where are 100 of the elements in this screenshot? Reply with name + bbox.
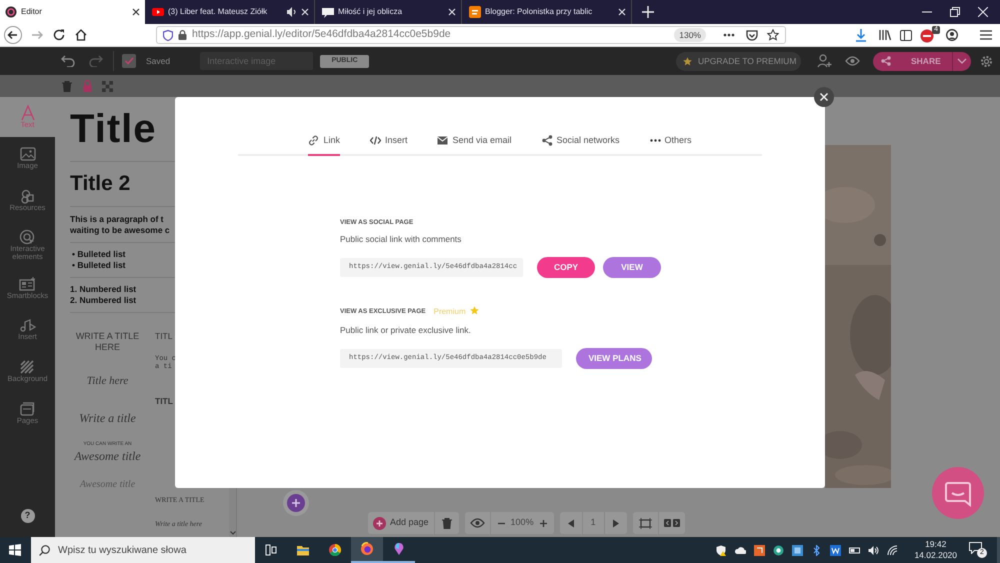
numbered-list-sample[interactable]: 2. Numbered list — [70, 294, 136, 306]
preview-eye-icon[interactable] — [845, 56, 860, 66]
template-thumbnail-text[interactable]: WRITE A TITLE HERE — [76, 330, 140, 352]
clock-date[interactable]: 14.02.2020 — [914, 550, 957, 561]
app-tile-icon[interactable] — [773, 544, 784, 556]
cloud-icon[interactable] — [735, 544, 746, 556]
address-bar[interactable]: https://app.genial.ly/editor/5e46dfdba4a2814cc0e5b9de 130% — [156, 26, 786, 44]
bluetooth-icon[interactable] — [811, 544, 822, 556]
link-action-button[interactable]: VIEW — [603, 257, 661, 278]
preview-eye-icon[interactable] — [470, 518, 485, 528]
dialog-tab[interactable]: Insert — [370, 134, 408, 156]
extension-icon[interactable] — [920, 29, 934, 43]
template-thumbnail-text[interactable]: Write a title — [79, 409, 136, 427]
zoom-in-icon[interactable] — [538, 518, 548, 528]
shapes-icon — [19, 188, 36, 204]
download-icon[interactable] — [855, 28, 867, 42]
more-icon[interactable] — [723, 33, 735, 37]
add-user-icon[interactable] — [817, 54, 832, 68]
volume-icon[interactable] — [868, 544, 880, 556]
wifi-icon[interactable] — [887, 544, 898, 556]
search-field[interactable]: Wpisz tu wyszukiwane słowa — [31, 537, 255, 563]
blog-logo-icon — [469, 6, 481, 18]
image-icon — [19, 146, 36, 162]
dialog-tab[interactable]: Link — [308, 134, 340, 156]
heading-sample[interactable]: Title — [70, 107, 157, 151]
fox-browser-icon — [360, 542, 374, 556]
paint-drop-icon — [392, 542, 406, 556]
tab-title: Blogger: Polonistka przy tablic — [485, 6, 592, 18]
text-icon — [19, 105, 36, 121]
plus-circle-icon — [373, 516, 386, 530]
numbered-list-sample[interactable]: 1. Numbered list — [70, 284, 136, 294]
cursor-target-icon — [19, 228, 36, 244]
link-action-button[interactable]: VIEW PLANS — [576, 348, 652, 369]
heading-sample[interactable]: Title 2 — [70, 168, 130, 200]
zoom-level-badge[interactable]: 130% — [674, 28, 706, 42]
link-icon — [308, 135, 320, 146]
app-tile-icon[interactable] — [792, 544, 804, 556]
home-icon[interactable] — [74, 28, 88, 42]
help-button[interactable]: ? — [20, 509, 34, 523]
clock-time[interactable]: 19:42 — [925, 539, 946, 550]
upgrade-button[interactable]: UPGRADE TO PREMIUM — [676, 52, 801, 70]
arrows-icon[interactable] — [664, 519, 680, 527]
previous-icon[interactable] — [566, 518, 575, 528]
tab-title: Editor — [21, 6, 42, 18]
new-tab-icon[interactable] — [642, 6, 654, 18]
paragraph-sample[interactable]: This is a paragraph of t waiting to be awesome c — [70, 214, 170, 236]
browser-tab[interactable]: Editor — [0, 0, 145, 24]
sidebar-icon[interactable] — [900, 30, 912, 40]
blocks-icon — [19, 276, 36, 292]
app-tile-icon[interactable] — [830, 544, 842, 556]
star-icon — [683, 56, 692, 66]
stripes-icon — [19, 359, 36, 375]
link-action-button[interactable]: COPY — [537, 257, 595, 278]
folder-icon — [296, 543, 310, 557]
app-tile-icon[interactable] — [754, 544, 766, 556]
library-icon[interactable] — [879, 29, 892, 41]
bulleted-list-sample[interactable]: • Bulleted list — [70, 260, 126, 270]
search-placeholder: Wpisz tu wyszukiwane słowa — [58, 544, 186, 558]
trash-icon[interactable] — [442, 518, 452, 528]
shield-icon[interactable] — [716, 544, 728, 556]
next-icon[interactable] — [612, 518, 620, 528]
back-icon[interactable] — [4, 26, 22, 44]
dialog-tab[interactable]: Send via email — [437, 134, 512, 156]
share-icon — [881, 56, 891, 66]
template-thumbnail-text[interactable]: Awesome title — [74, 449, 141, 463]
settings-icon[interactable] — [980, 54, 993, 68]
envelope-icon — [437, 135, 448, 146]
menu-icon[interactable] — [980, 30, 992, 40]
windows-start-icon[interactable] — [9, 544, 21, 556]
star-icon[interactable] — [767, 29, 779, 41]
comment-icon — [322, 6, 334, 18]
section-description: Public social link with comments — [340, 233, 462, 246]
page-number: 1 — [590, 516, 596, 530]
scroll-down-icon[interactable] — [230, 531, 236, 535]
template-thumbnail-text[interactable]: Title here — [86, 372, 128, 389]
add-icon[interactable] — [287, 494, 305, 512]
dialog-tab[interactable]: Social networks — [542, 134, 620, 156]
close-icon[interactable] — [132, 8, 140, 16]
chat-bubble-icon[interactable] — [932, 467, 984, 519]
browser-icon — [328, 543, 342, 557]
shield-icon — [163, 30, 173, 40]
frame-icon[interactable] — [638, 518, 652, 528]
save-status: Saved — [146, 54, 170, 68]
notification-icon[interactable] — [969, 542, 982, 554]
task-view-icon — [264, 543, 278, 557]
battery-icon[interactable] — [849, 544, 860, 556]
star-icon — [470, 306, 479, 314]
tab-title: Miłość i jej oblicza — [338, 6, 402, 18]
pocket-icon[interactable] — [746, 30, 758, 40]
close-icon[interactable] — [814, 87, 834, 107]
bulleted-list-sample[interactable]: • Bulleted list — [70, 248, 126, 260]
dialog-tab[interactable]: Others — [650, 134, 692, 156]
reload-icon[interactable] — [52, 28, 66, 42]
section-description: Public link or private exclusive link. — [340, 324, 472, 337]
restore-icon[interactable] — [950, 7, 960, 17]
account-icon[interactable] — [946, 29, 958, 41]
saved-check-icon — [122, 54, 136, 68]
template-thumbnail-text[interactable]: TITL — [155, 396, 173, 406]
undo-icon[interactable] — [61, 55, 75, 67]
template-thumbnail-text[interactable]: TITL — [155, 330, 172, 340]
